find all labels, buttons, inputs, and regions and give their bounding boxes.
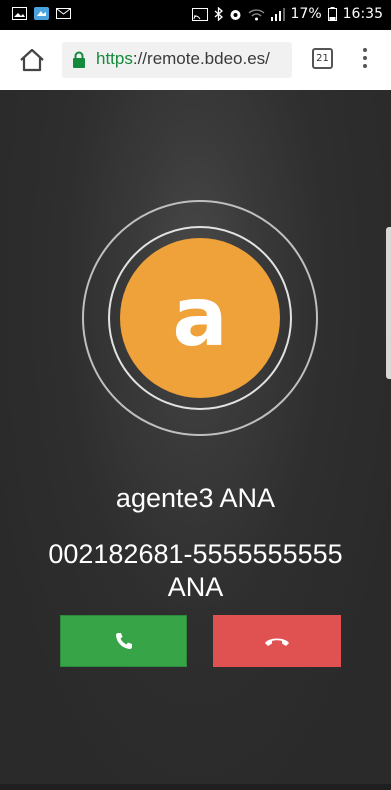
avatar: a bbox=[120, 238, 280, 398]
hangup-icon bbox=[265, 638, 289, 646]
caller-label: ANA bbox=[167, 572, 224, 602]
bluetooth-icon bbox=[214, 7, 223, 21]
browser-toolbar: https://remote.bdeo.es/ 21 bbox=[0, 30, 391, 91]
phone-number: 002182681-5555555555 bbox=[48, 539, 343, 569]
cloud-icon bbox=[34, 7, 49, 20]
phone-icon bbox=[115, 633, 132, 649]
overflow-menu-icon[interactable] bbox=[360, 48, 370, 72]
clock: 16:35 bbox=[342, 6, 383, 22]
notification-icons bbox=[12, 7, 71, 20]
system-icons: 17% 16:35 bbox=[191, 6, 383, 22]
home-icon[interactable] bbox=[18, 47, 46, 73]
call-screen: a agente3 ANA 002182681-5555555555 ANA bbox=[0, 90, 391, 790]
lock-icon bbox=[73, 51, 85, 68]
url-text[interactable]: https://remote.bdeo.es/ bbox=[96, 49, 290, 71]
accept-call-button[interactable] bbox=[60, 615, 187, 667]
battery-percent: 17% bbox=[290, 6, 322, 22]
battery-icon bbox=[327, 7, 337, 21]
agent-name: agente3 ANA bbox=[115, 483, 276, 513]
reject-call-button[interactable] bbox=[213, 615, 341, 667]
scrollbar-handle[interactable] bbox=[386, 227, 391, 379]
mail-icon bbox=[56, 8, 71, 19]
wifi-icon bbox=[248, 8, 264, 20]
url-host: ://remote.bdeo.es/ bbox=[132, 49, 270, 68]
tab-switcher-button[interactable]: 21 bbox=[312, 48, 333, 69]
caller-info: 002182681-5555555555 ANA bbox=[0, 538, 391, 604]
alarm-icon bbox=[230, 9, 241, 20]
url-scheme: https bbox=[96, 49, 133, 68]
signal-icon bbox=[270, 7, 285, 21]
address-bar[interactable]: https://remote.bdeo.es/ bbox=[62, 42, 292, 78]
bottom-edge bbox=[0, 784, 391, 790]
cast-icon bbox=[191, 7, 208, 21]
status-bar: 17% 16:35 bbox=[0, 0, 391, 30]
gallery-icon bbox=[12, 7, 27, 20]
